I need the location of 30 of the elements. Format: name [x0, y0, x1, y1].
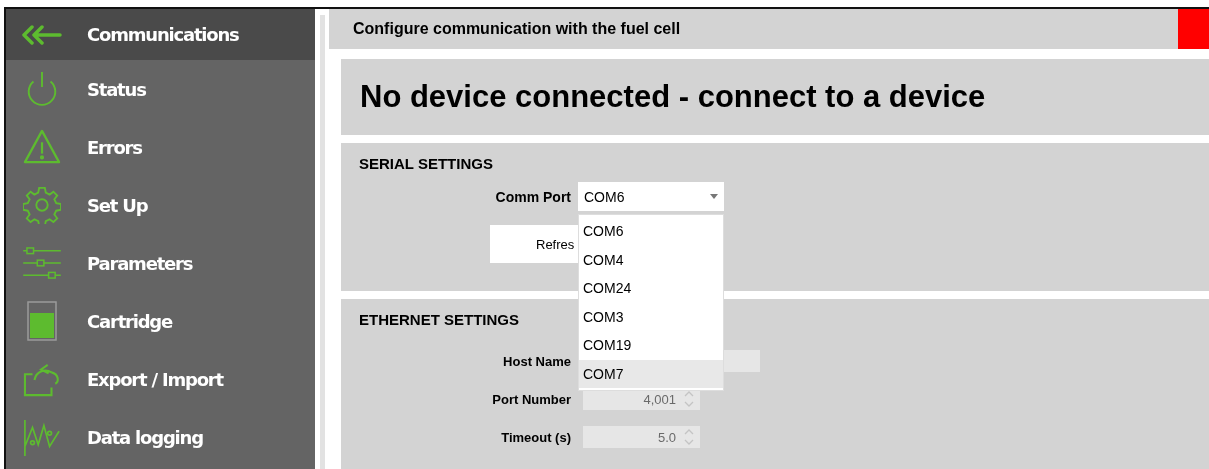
dropdown-option[interactable]: COM24 [579, 274, 723, 303]
field-label: Port Number [491, 391, 571, 407]
dropdown-option[interactable]: COM19 [579, 331, 723, 360]
cartridge-icon [27, 301, 57, 341]
sidebar-item[interactable]: Communications [6, 9, 315, 60]
sliders-icon [23, 247, 61, 279]
sidebar-item[interactable]: Cartridge [6, 292, 315, 350]
warning-icon [23, 129, 61, 165]
section-title: SERIAL SETTINGS [359, 155, 493, 172]
caret-icon [710, 194, 718, 199]
field-label: Host Name [502, 353, 571, 369]
sidebar-item[interactable]: Parameters [6, 234, 315, 292]
chart-icon [23, 418, 61, 456]
gear-icon [23, 186, 61, 224]
double-arrow-left-icon [22, 24, 62, 45]
sidebar-item[interactable]: Status [6, 60, 315, 118]
spinner-arrows-icon [684, 390, 694, 408]
section-title: ETHERNET SETTINGS [359, 311, 519, 328]
field-label: Timeout (s) [500, 429, 571, 445]
field-label: Comm Port [494, 188, 571, 205]
banner-text: No device connected - connect to a device [360, 79, 986, 115]
dropdown-option[interactable]: COM3 [579, 302, 723, 331]
sidebar-item[interactable]: Export / Import [6, 350, 315, 408]
sidebar-item[interactable]: Data logging [6, 408, 315, 466]
spinner-arrows-icon [684, 428, 694, 446]
dropdown-option[interactable]: COM7 [579, 359, 723, 388]
sidebar-item[interactable]: Errors [6, 118, 315, 176]
header-title: Configure communication with the fuel cell [353, 20, 681, 38]
export-icon [23, 361, 61, 397]
sidebar-item[interactable]: Set Up [6, 176, 315, 234]
